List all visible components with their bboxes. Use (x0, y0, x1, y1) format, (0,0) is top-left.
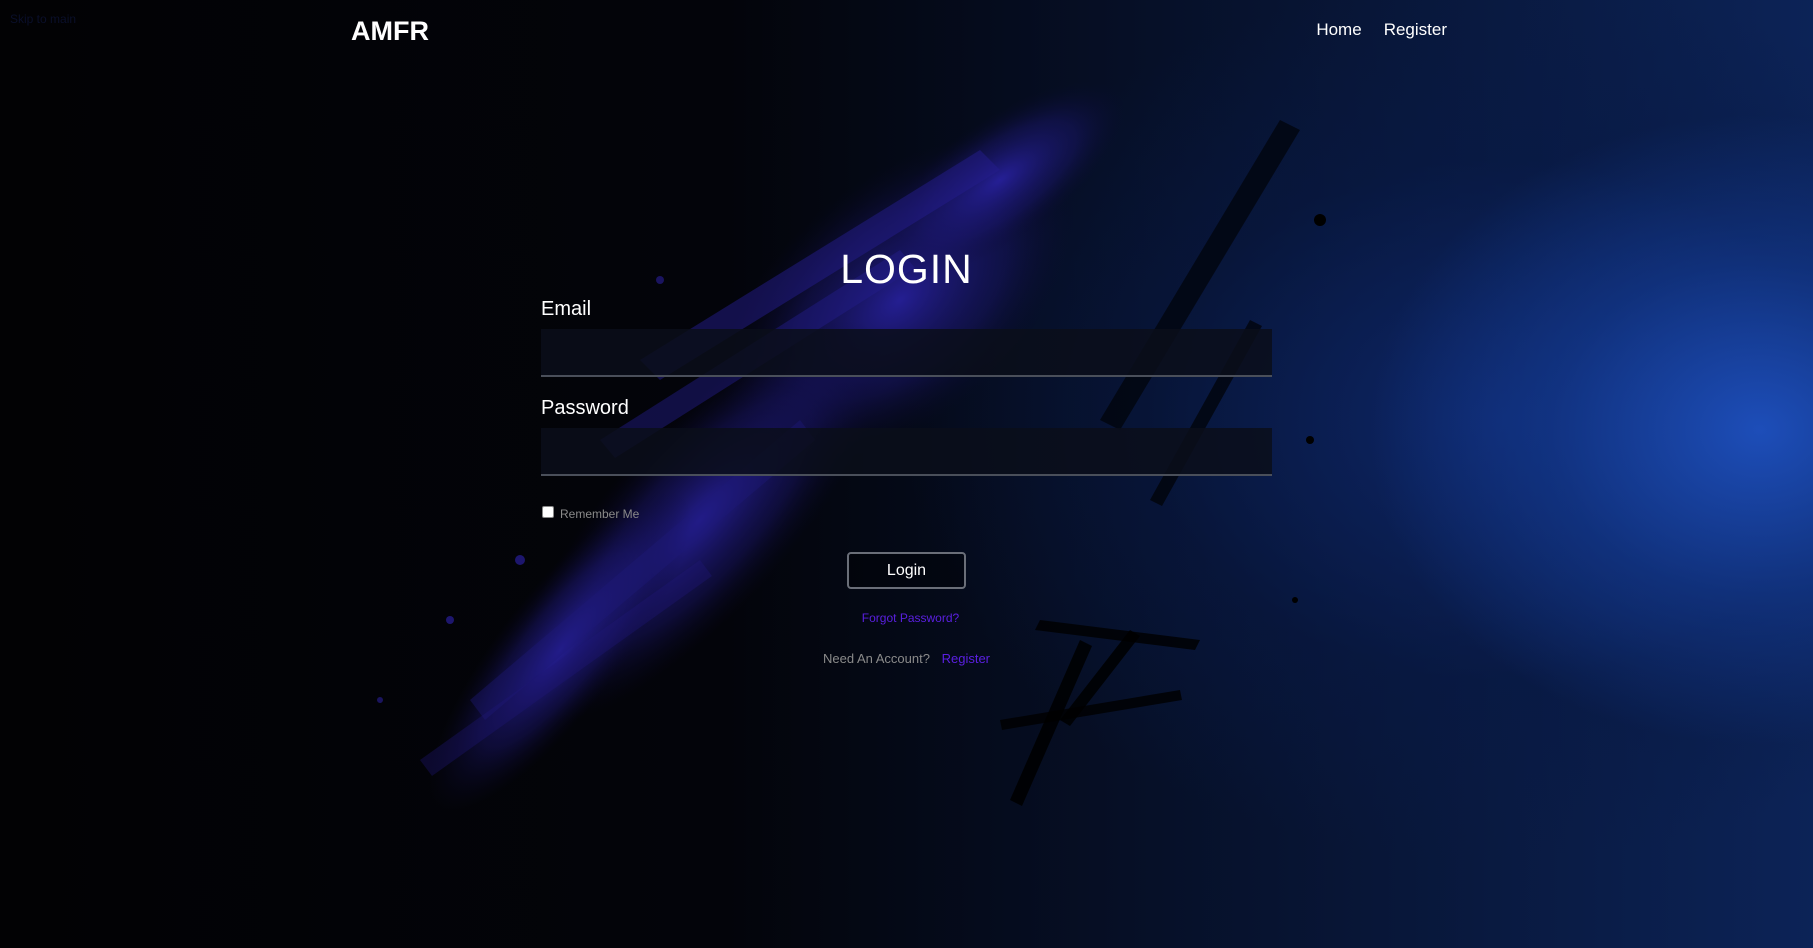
login-form: LOGIN Email Password Remember Me Login F… (541, 240, 1272, 666)
nav-home-link[interactable]: Home (1316, 20, 1361, 40)
remember-me-label[interactable]: Remember Me (560, 507, 639, 521)
password-label: Password (541, 397, 629, 419)
login-button[interactable]: Login (847, 552, 966, 589)
email-field[interactable] (541, 329, 1272, 377)
register-link[interactable]: Register (942, 651, 990, 666)
nav-links: Home Register (1316, 20, 1447, 40)
brand-logo-link[interactable]: AMFR (351, 16, 429, 47)
checkbox-icon[interactable] (542, 506, 554, 518)
email-label: Email (541, 298, 592, 320)
navbar: AMFR Home Register (0, 0, 1813, 64)
need-account-row: Need An Account? Register (541, 651, 1272, 666)
login-page: Skip to main AMFR Home Register LOGIN Em… (0, 0, 1813, 948)
forgot-password-link[interactable]: Forgot Password? (862, 611, 959, 625)
remember-me-row: Remember Me (541, 503, 1272, 521)
nav-register-link[interactable]: Register (1384, 20, 1447, 40)
need-account-text: Need An Account? (822, 651, 930, 666)
page-title: LOGIN (840, 246, 973, 292)
forgot-password-row: Forgot Password? (541, 609, 1272, 627)
login-button-row: Login (541, 552, 1272, 589)
password-field[interactable] (541, 428, 1272, 476)
